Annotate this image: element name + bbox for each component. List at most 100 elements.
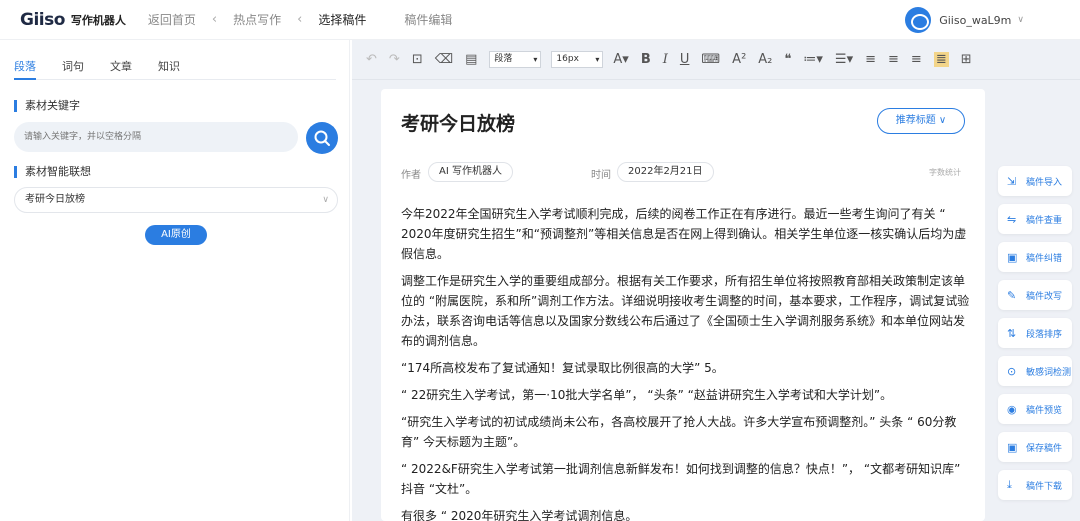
search-icon	[314, 130, 330, 146]
bold-icon[interactable]: B	[641, 52, 651, 67]
align-left-icon[interactable]: ≡	[865, 52, 876, 67]
user-name: Giiso_waL9m	[939, 13, 1012, 27]
edit-icon: ✎	[1007, 288, 1017, 302]
italic-icon[interactable]: I	[663, 52, 668, 67]
crumb-edit-draft: 稿件编辑	[404, 13, 453, 27]
subscript-icon[interactable]: A₂	[758, 52, 772, 67]
sort-icon: ⇅	[1007, 326, 1017, 340]
proofread-icon: ▣	[1007, 250, 1018, 264]
author-label: 作者	[401, 170, 421, 181]
logo-mark: Giiso	[20, 9, 65, 30]
sort-paragraphs-label: 段落排序	[1026, 329, 1063, 340]
paragraph[interactable]: “174所高校发布了复试通知！复试录取比例很高的大学” 5。	[401, 358, 971, 378]
download-icon: ⤓	[1007, 478, 1012, 491]
recommend-title-button[interactable]: 推荐标题 ∨	[877, 108, 965, 134]
underline-icon[interactable]: U	[680, 52, 690, 67]
top-header: Giiso 写作机器人 返回首页 ‹ 热点写作 ‹ 选择稿件 稿件编辑 Giis…	[0, 0, 1080, 40]
check-duplicate-button[interactable]: ⇋ 稿件查重	[998, 204, 1072, 234]
font-color-icon[interactable]: A▾	[613, 52, 628, 67]
chevron-down-icon: ∨	[322, 195, 329, 205]
import-icon: ⇲	[1007, 174, 1017, 188]
check-duplicate-label: 稿件查重	[1026, 215, 1063, 226]
highlight-icon[interactable]: ≣	[933, 52, 949, 67]
search-button[interactable]	[306, 122, 338, 154]
correct-errors-button[interactable]: ▣ 稿件纠错	[998, 242, 1072, 272]
chevron-down-icon: ∨	[938, 115, 947, 126]
align-center-icon[interactable]: ≡	[888, 52, 899, 67]
recommend-title-label: 推荐标题	[895, 115, 936, 126]
align-right-icon[interactable]: ≡	[911, 52, 922, 67]
keyword-input[interactable]	[14, 122, 298, 152]
time-label: 时间	[591, 170, 611, 181]
document-title[interactable]: 考研今日放榜	[401, 109, 515, 136]
quote-icon[interactable]: ❝	[784, 52, 791, 67]
import-draft-label: 稿件导入	[1026, 177, 1063, 188]
code-icon[interactable]: ⌨	[701, 52, 720, 67]
text-box-icon[interactable]: ⊡	[412, 52, 423, 67]
save-icon: ▣	[1007, 440, 1018, 454]
crumb-select-draft[interactable]: 选择稿件	[314, 11, 370, 28]
date-field[interactable]: 2022年2月21日	[617, 162, 714, 182]
font-size-select[interactable]: 16px ▾	[551, 51, 604, 68]
redo-icon[interactable]: ↷	[389, 52, 400, 67]
author-field[interactable]: AI 写作机器人	[428, 162, 513, 182]
paragraph[interactable]: “ 22研究生入学考试，第一·10批大学名单”， “头条” “赵益讲研究生入学考…	[401, 385, 971, 405]
superscript-icon[interactable]: A²	[732, 52, 746, 67]
sensitive-words-button[interactable]: ⊙ 敏感词检测	[998, 356, 1072, 386]
save-button[interactable]: ▣ 保存稿件	[998, 432, 1072, 462]
paragraph-format-select[interactable]: 段落 ▾	[489, 51, 542, 68]
material-panel: 段落 词句 文章 知识 素材关键字 素材智能联想 考研今日放榜 ∨ AI原创	[0, 40, 350, 521]
avatar	[905, 7, 932, 33]
download-button[interactable]: ⤓ 稿件下载	[998, 470, 1072, 500]
caret-down-icon: ▾	[595, 55, 600, 64]
crumb-home[interactable]: 返回首页	[144, 11, 200, 28]
material-tabs: 段落 词句 文章 知识	[14, 58, 336, 80]
document-card: 考研今日放榜 推荐标题 ∨ 作者 AI 写作机器人 时间 2022年2月21日 …	[381, 89, 985, 521]
table-icon[interactable]: ⊞	[961, 52, 972, 67]
correct-errors-label: 稿件纠错	[1026, 253, 1063, 264]
undo-icon[interactable]: ↶	[366, 52, 377, 67]
tab-article[interactable]: 文章	[110, 58, 132, 80]
preview-label: 稿件预览	[1026, 405, 1063, 416]
save-label: 保存稿件	[1026, 443, 1063, 454]
assoc-section-title: 素材智能联想	[14, 166, 91, 178]
paragraph[interactable]: 今年2022年全国研究生入学考试顺利完成，后续的阅卷工作正在有序进行。最近一些考…	[401, 204, 971, 264]
logo[interactable]: Giiso 写作机器人	[20, 10, 126, 30]
unordered-list-icon[interactable]: ☰▾	[835, 52, 853, 67]
app-name: 写作机器人	[70, 13, 126, 27]
assoc-select[interactable]: 考研今日放榜 ∨	[14, 187, 338, 213]
sensitive-words-label: 敏感词检测	[1026, 367, 1072, 378]
rewrite-label: 稿件改写	[1026, 291, 1063, 302]
duplicate-check-icon: ⇋	[1007, 212, 1017, 226]
user-menu[interactable]: Giiso_waL9m ∨	[905, 7, 1024, 33]
chevron-left-icon: ‹	[211, 12, 218, 27]
caret-down-icon: ▾	[533, 55, 538, 64]
tab-paragraph[interactable]: 段落	[14, 58, 36, 80]
font-size-value: 16px	[556, 54, 579, 64]
eraser-icon[interactable]: ⌫	[435, 52, 453, 67]
paragraph[interactable]: “研究生入学考试的初试成绩尚未公布，各高校展开了抢人大战。许多大学宣布预调整剂。…	[401, 412, 971, 452]
magnifier-icon: ⊙	[1007, 364, 1017, 378]
preview-button[interactable]: ◉ 稿件预览	[998, 394, 1072, 424]
word-count[interactable]: 字数统计	[929, 167, 961, 178]
import-draft-button[interactable]: ⇲ 稿件导入	[998, 166, 1072, 196]
rewrite-button[interactable]: ✎ 稿件改写	[998, 280, 1072, 310]
paragraph-format-value: 段落	[494, 54, 513, 64]
tab-knowledge[interactable]: 知识	[158, 58, 180, 80]
crumb-hot-writing[interactable]: 热点写作	[229, 11, 285, 28]
paragraph[interactable]: “ 2022&F研究生入学考试第一批调剂信息新鲜发布！如何找到调整的信息？快点！…	[401, 459, 971, 499]
paragraph[interactable]: 有很多 “ 2020年研究生入学考试调剂信息。	[401, 506, 971, 521]
breadcrumb: 返回首页 ‹ 热点写作 ‹ 选择稿件 稿件编辑	[144, 11, 456, 28]
paragraph[interactable]: 调整工作是研究生入学的重要组成部分。根据有关工作要求，所有招生单位将按照教育部相…	[401, 271, 971, 351]
eye-icon: ◉	[1007, 402, 1017, 416]
document-body[interactable]: 今年2022年全国研究生入学考试顺利完成，后续的阅卷工作正在有序进行。最近一些考…	[401, 204, 971, 521]
chevron-left-icon: ‹	[297, 12, 303, 27]
ordered-list-icon[interactable]: ≔▾	[803, 52, 823, 67]
tab-sentence[interactable]: 词句	[62, 58, 84, 80]
sort-paragraphs-button[interactable]: ⇅ 段落排序	[998, 318, 1072, 348]
assoc-select-value: 考研今日放榜	[25, 194, 85, 205]
ai-original-button[interactable]: AI原创	[145, 225, 207, 245]
editor-toolbar: ↶ ↷ ⊡ ⌫ ▤ 段落 ▾ 16px ▾ A▾ B I U ⌨ A² A₂ ❝ ≔…	[352, 40, 1080, 80]
template-icon[interactable]: ▤	[465, 52, 477, 67]
download-label: 稿件下载	[1026, 481, 1063, 492]
